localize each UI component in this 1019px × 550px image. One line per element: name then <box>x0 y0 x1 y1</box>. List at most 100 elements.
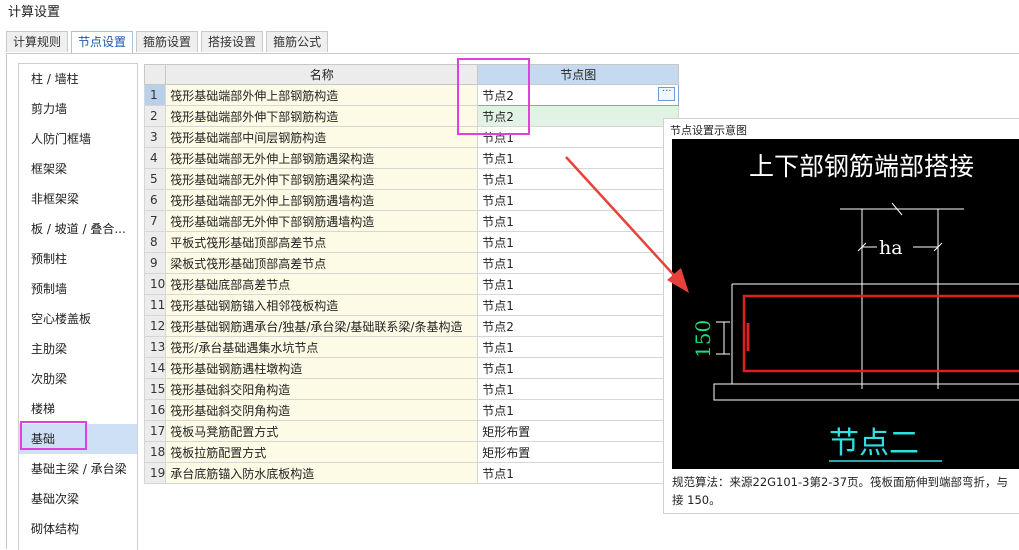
row-number: 4 <box>143 147 167 169</box>
node-value: 节点1 <box>482 172 514 187</box>
node-value-cell[interactable]: 节点1 <box>477 294 680 316</box>
node-value-cell[interactable]: 节点1 <box>477 210 680 232</box>
node-preview-panel: 节点设置示意图 上下部钢筋端部搭接 ha 150 节点二 规范算法：来源22G1… <box>663 118 1019 514</box>
node-value: 节点1 <box>482 298 514 313</box>
setting-name: 筏形基础端部无外伸下部钢筋遇梁构造 <box>165 168 479 190</box>
table-row[interactable]: 16 筏形基础斜交阴角构造 节点1 <box>143 399 680 421</box>
category-non-frame-beam[interactable]: 非框架梁 <box>19 184 137 214</box>
diagram-title: 上下部钢筋端部搭接 <box>749 152 974 181</box>
setting-name: 筏形基础端部无外伸上部钢筋遇墙构造 <box>165 189 479 211</box>
tab-calc-rules[interactable]: 计算规则 <box>6 31 69 52</box>
table-row[interactable]: 5 筏形基础端部无外伸下部钢筋遇梁构造 节点1 <box>143 168 680 190</box>
dimension-150: 150 <box>691 320 715 358</box>
category-shear-wall[interactable]: 剪力墙 <box>19 94 137 124</box>
node-value-cell[interactable]: 矩形布置 <box>477 441 680 463</box>
table-row[interactable]: 4 筏形基础端部无外伸上部钢筋遇梁构造 节点1 <box>143 147 680 169</box>
node-value: 矩形布置 <box>482 445 531 460</box>
node-picker-ellipsis-button[interactable]: ··· <box>658 87 676 101</box>
row-number: 7 <box>143 210 167 232</box>
dimension-ha: ha <box>879 237 903 259</box>
category-hollow-floor-slab[interactable]: 空心楼盖板 <box>19 304 137 334</box>
category-civil-defense-door-wall[interactable]: 人防门框墙 <box>19 124 137 154</box>
row-number: 5 <box>143 168 167 190</box>
table-row[interactable]: 8 平板式筏形基础顶部高差节点 节点1 <box>143 231 680 253</box>
category-main-rib-beam[interactable]: 主肋梁 <box>19 334 137 364</box>
category-precast-column[interactable]: 预制柱 <box>19 244 137 274</box>
node-value-cell[interactable]: 节点1 <box>477 273 680 295</box>
node-value-cell[interactable]: 节点1 <box>477 168 680 190</box>
node-value: 节点1 <box>482 235 514 250</box>
tab-bar: 计算规则 节点设置 箍筋设置 搭接设置 箍筋公式 <box>6 31 331 54</box>
category-frame-beam[interactable]: 框架梁 <box>19 154 137 184</box>
table-row[interactable]: 11 筏形基础钢筋锚入相邻筏板构造 节点1 <box>143 294 680 316</box>
node-value-cell[interactable]: 节点1 <box>477 378 680 400</box>
category-precast-wall[interactable]: 预制墙 <box>19 274 137 304</box>
setting-name: 筏形基础端部无外伸下部钢筋遇墙构造 <box>165 210 479 232</box>
node-value: 节点1 <box>482 193 514 208</box>
setting-name: 平板式筏形基础顶部高差节点 <box>165 231 479 253</box>
table-row[interactable]: 13 筏形/承台基础遇集水坑节点 节点1 <box>143 336 680 358</box>
table-row[interactable]: 9 梁板式筏形基础顶部高差节点 节点1 <box>143 252 680 274</box>
row-number: 8 <box>143 231 167 253</box>
node-value-cell[interactable]: 节点1 <box>477 147 680 169</box>
tab-node-settings[interactable]: 节点设置 <box>71 31 134 54</box>
node-value-cell[interactable]: 节点1 <box>477 336 680 358</box>
row-number: 10 <box>143 273 167 295</box>
setting-name: 筏形/承台基础遇集水坑节点 <box>165 336 479 358</box>
row-number: 12 <box>143 315 167 337</box>
node-value-cell[interactable]: 节点1 <box>477 399 680 421</box>
table-row[interactable]: 15 筏形基础斜交阳角构造 节点1 <box>143 378 680 400</box>
node-value: 节点2 <box>482 319 514 334</box>
setting-name: 筏形基础端部中间层钢筋构造 <box>165 126 479 148</box>
table-row[interactable]: 3 筏形基础端部中间层钢筋构造 节点1 <box>143 126 680 148</box>
preview-title: 节点设置示意图 <box>670 124 747 137</box>
table-row[interactable]: 17 筏板马凳筋配置方式 矩形布置 <box>143 420 680 442</box>
table-row[interactable]: 7 筏形基础端部无外伸下部钢筋遇墙构造 节点1 <box>143 210 680 232</box>
description-line-2: 接 150。 <box>672 493 721 507</box>
table-row[interactable]: 10 筏形基础底部高差节点 节点1 <box>143 273 680 295</box>
setting-name: 筏形基础底部高差节点 <box>165 273 479 295</box>
category-stairs[interactable]: 楼梯 <box>19 394 137 424</box>
node-value-cell[interactable]: 节点1 <box>477 462 680 484</box>
table-row[interactable]: 14 筏形基础钢筋遇柱墩构造 节点1 <box>143 357 680 379</box>
row-number: 18 <box>143 441 167 463</box>
tab-stirrup-settings[interactable]: 箍筋设置 <box>136 31 199 52</box>
row-number: 13 <box>143 336 167 358</box>
category-foundation-main-beam[interactable]: 基础主梁 / 承台梁 <box>19 454 137 484</box>
node-value-cell[interactable]: 矩形布置 <box>477 420 680 442</box>
node-value: 节点1 <box>482 151 514 166</box>
row-number: 1 <box>143 84 167 106</box>
node-value-cell[interactable]: 节点1 <box>477 231 680 253</box>
table-row[interactable]: 18 筏板拉筋配置方式 矩形布置 <box>143 441 680 463</box>
category-slab-ramp[interactable]: 板 / 坡道 / 叠合... <box>19 214 137 244</box>
row-number: 16 <box>143 399 167 421</box>
node-value-cell[interactable]: 节点1 <box>477 252 680 274</box>
setting-name: 筏板马凳筋配置方式 <box>165 420 479 442</box>
category-masonry[interactable]: 砌体结构 <box>19 514 137 544</box>
node-value: 节点1 <box>482 340 514 355</box>
row-number: 6 <box>143 189 167 211</box>
table-row[interactable]: 6 筏形基础端部无外伸上部钢筋遇墙构造 节点1 <box>143 189 680 211</box>
node-two-label: 节点二 <box>829 426 919 461</box>
tab-stirrup-formula[interactable]: 箍筋公式 <box>266 31 329 52</box>
node-value: 节点1 <box>482 403 514 418</box>
node-value: 节点1 <box>482 361 514 376</box>
setting-name: 承台底筋锚入防水底板构造 <box>165 462 479 484</box>
table-row[interactable]: 2 筏形基础端部外伸下部钢筋构造 节点2 <box>143 105 680 127</box>
table-row[interactable]: 1 筏形基础端部外伸上部钢筋构造 节点2 ··· <box>143 84 680 106</box>
setting-name: 梁板式筏形基础顶部高差节点 <box>165 252 479 274</box>
table-row[interactable]: 19 承台底筋锚入防水底板构造 节点1 <box>143 462 680 484</box>
tab-lap-settings[interactable]: 搭接设置 <box>201 31 264 52</box>
table-row[interactable]: 12 筏形基础钢筋遇承台/独基/承台梁/基础联系梁/条基构造 节点2 <box>143 315 680 337</box>
node-value-cell[interactable]: 节点1 <box>477 189 680 211</box>
node-value-cell[interactable]: 节点1 <box>477 357 680 379</box>
node-value: 矩形布置 <box>482 424 531 439</box>
row-number-header <box>143 64 167 85</box>
node-value-cell[interactable]: 节点2 <box>477 315 680 337</box>
description-line-1: 规范算法：来源22G101-3第2-37页。筏板面筋伸到端部弯折，与 <box>672 475 1009 489</box>
row-number: 17 <box>143 420 167 442</box>
category-foundation-secondary-beam[interactable]: 基础次梁 <box>19 484 137 514</box>
category-column-wall-column[interactable]: 柱 / 墙柱 <box>19 64 137 94</box>
category-secondary-rib-beam[interactable]: 次肋梁 <box>19 364 137 394</box>
setting-name: 筏形基础斜交阴角构造 <box>165 399 479 421</box>
